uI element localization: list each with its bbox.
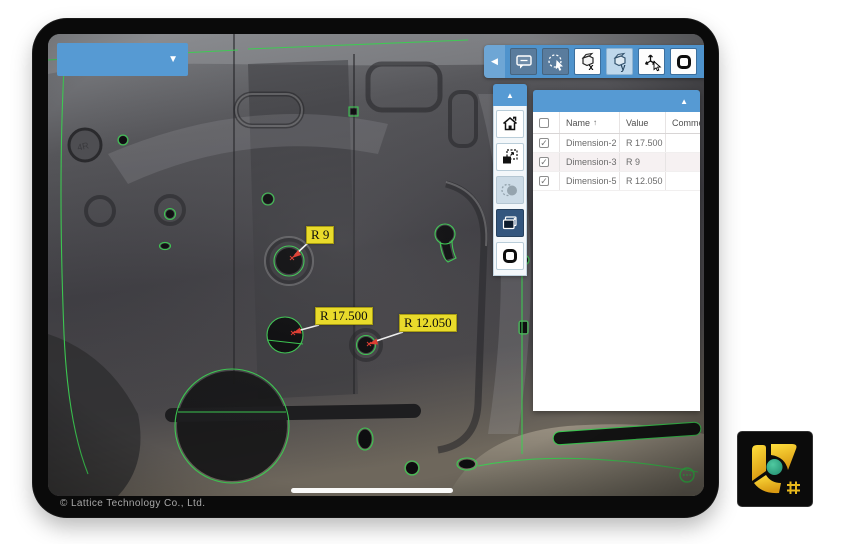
dimension-name: Dimension-2: [559, 134, 619, 152]
copyright-text: © Lattice Technology Co., Ltd.: [60, 498, 205, 509]
svg-text:x: x: [588, 62, 593, 72]
dimension-comment: [665, 172, 700, 190]
ring-shape-icon: [503, 249, 517, 263]
table-header-row: Name ↑ Value Comment: [533, 112, 700, 134]
lasso-select-icon: [546, 52, 566, 72]
cross-section-y-icon: y: [610, 52, 630, 72]
viewer-screen: 4R: [48, 34, 704, 496]
ring-shape-button[interactable]: [496, 242, 524, 270]
move-part-icon: [642, 52, 662, 72]
panel-collapse-button[interactable]: ▲: [533, 90, 700, 112]
dimension-value: R 17.500: [619, 134, 665, 152]
column-comment: Comment: [665, 112, 700, 133]
chevron-up-icon: ▲: [680, 97, 688, 106]
home-view-button[interactable]: [496, 110, 524, 138]
toolbar-collapse-button[interactable]: ◀: [484, 45, 505, 78]
dimension-value: R 9: [619, 153, 665, 171]
dimension-name: Dimension-3: [559, 153, 619, 171]
chevron-up-icon: ▲: [506, 91, 514, 100]
column-name: Name ↑: [559, 112, 619, 133]
home-indicator[interactable]: [291, 488, 453, 493]
tool-palette: ▲: [493, 84, 527, 276]
dimension-value: R 12.050: [619, 172, 665, 190]
zoom-area-icon: [500, 147, 520, 167]
table-row[interactable]: ✓ Dimension-2 R 17.500: [533, 134, 700, 153]
zoom-area-button[interactable]: [496, 143, 524, 171]
table-row[interactable]: ✓ Dimension-5 R 12.050: [533, 172, 700, 191]
svg-text:y: y: [620, 62, 625, 72]
row-checkbox[interactable]: ✓: [539, 176, 549, 186]
comment-tool-button[interactable]: [510, 48, 537, 75]
dimension-label-r9[interactable]: R 9: [306, 226, 334, 244]
row-checkbox[interactable]: ✓: [539, 157, 549, 167]
viewports-icon: [500, 213, 520, 233]
move-part-tool-button[interactable]: [638, 48, 665, 75]
cross-section-y-tool-button[interactable]: y: [606, 48, 633, 75]
lasso-select-tool-button[interactable]: [542, 48, 569, 75]
home-icon: [500, 114, 520, 134]
cross-section-x-icon: x: [578, 52, 598, 72]
column-value: Value: [619, 112, 665, 133]
top-toolbar: ◀: [484, 45, 704, 78]
chevron-left-icon: ◀: [491, 56, 498, 67]
dimension-label-r12050[interactable]: R 12.050: [399, 314, 457, 332]
dimension-label-r17500[interactable]: R 17.500: [315, 307, 373, 325]
dimension-comment: [665, 134, 700, 152]
chevron-down-icon: ▼: [168, 55, 178, 65]
row-checkbox[interactable]: ✓: [539, 138, 549, 148]
cross-section-x-tool-button[interactable]: x: [574, 48, 601, 75]
dimension-comment: [665, 153, 700, 171]
measurements-panel: ▲ Name ↑ Value Comment ✓ Dimension: [533, 90, 700, 411]
ring-shape-icon: [677, 55, 691, 69]
model-selector-dropdown[interactable]: ▼: [57, 43, 188, 76]
comment-icon: [514, 52, 534, 72]
measurements-table: Name ↑ Value Comment ✓ Dimension-2 R 17.…: [533, 112, 700, 411]
ring-shape-tool-button[interactable]: [670, 48, 697, 75]
select-all-checkbox[interactable]: [539, 118, 549, 128]
palette-collapse-button[interactable]: ▲: [493, 84, 527, 106]
viewports-button[interactable]: [496, 209, 524, 237]
page: 4R: [0, 0, 844, 544]
tablet-device: 4R: [33, 19, 718, 517]
dimension-name: Dimension-5: [559, 172, 619, 190]
sort-asc-icon: ↑: [593, 118, 597, 127]
spotlight-button[interactable]: [496, 176, 524, 204]
lattice-logo-icon: [738, 432, 812, 506]
spotlight-icon: [500, 180, 520, 200]
table-row[interactable]: ✓ Dimension-3 R 9: [533, 153, 700, 172]
lattice-logo: [738, 432, 812, 506]
